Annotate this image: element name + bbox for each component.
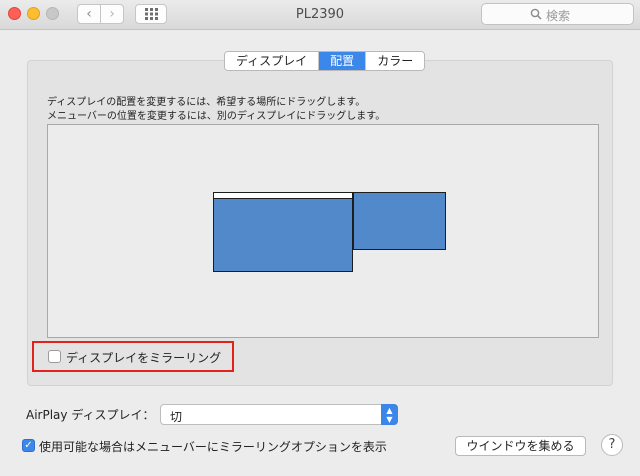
help-button[interactable]: ? — [601, 434, 623, 456]
airplay-display-select[interactable]: 切 ▲ ▼ — [160, 404, 398, 425]
airplay-selected-value: 切 — [170, 410, 183, 424]
tab-display[interactable]: ディスプレイ — [225, 52, 320, 70]
show-mirroring-options-checkbox[interactable]: ✓ — [22, 439, 35, 452]
checkmark-icon: ✓ — [24, 440, 33, 451]
mirror-displays-checkbox[interactable] — [48, 350, 61, 363]
secondary-display[interactable] — [353, 192, 446, 250]
select-arrows-icon: ▲ ▼ — [381, 404, 398, 425]
search-placeholder: 検索 — [546, 9, 571, 23]
gather-windows-button[interactable]: ウインドウを集める — [455, 436, 586, 456]
arrangement-instruction-1: ディスプレイの配置を変更するには、希望する場所にドラッグします。 — [47, 97, 366, 108]
tab-bar: ディスプレイ 配置 カラー — [224, 51, 426, 71]
mirror-displays-option: ディスプレイをミラーリング — [32, 341, 234, 372]
show-mirroring-options-label: 使用可能な場合はメニューバーにミラーリングオプションを表示 — [39, 440, 387, 454]
tab-arrangement[interactable]: 配置 — [319, 52, 367, 70]
airplay-display-label: AirPlay ディスプレイ： — [26, 408, 155, 422]
menu-bar-indicator[interactable] — [214, 193, 352, 199]
arrangement-instruction-2: メニューバーの位置を変更するには、別のディスプレイにドラッグします。 — [47, 111, 386, 122]
title-bar: ‹ › PL2390 検索 — [0, 0, 640, 30]
search-icon — [530, 8, 542, 20]
mirror-displays-label: ディスプレイをミラーリング — [66, 351, 222, 365]
tab-color[interactable]: カラー — [366, 52, 425, 70]
display-arrangement-area — [47, 124, 599, 338]
main-display[interactable] — [213, 192, 353, 272]
search-field[interactable]: 検索 — [481, 3, 634, 25]
